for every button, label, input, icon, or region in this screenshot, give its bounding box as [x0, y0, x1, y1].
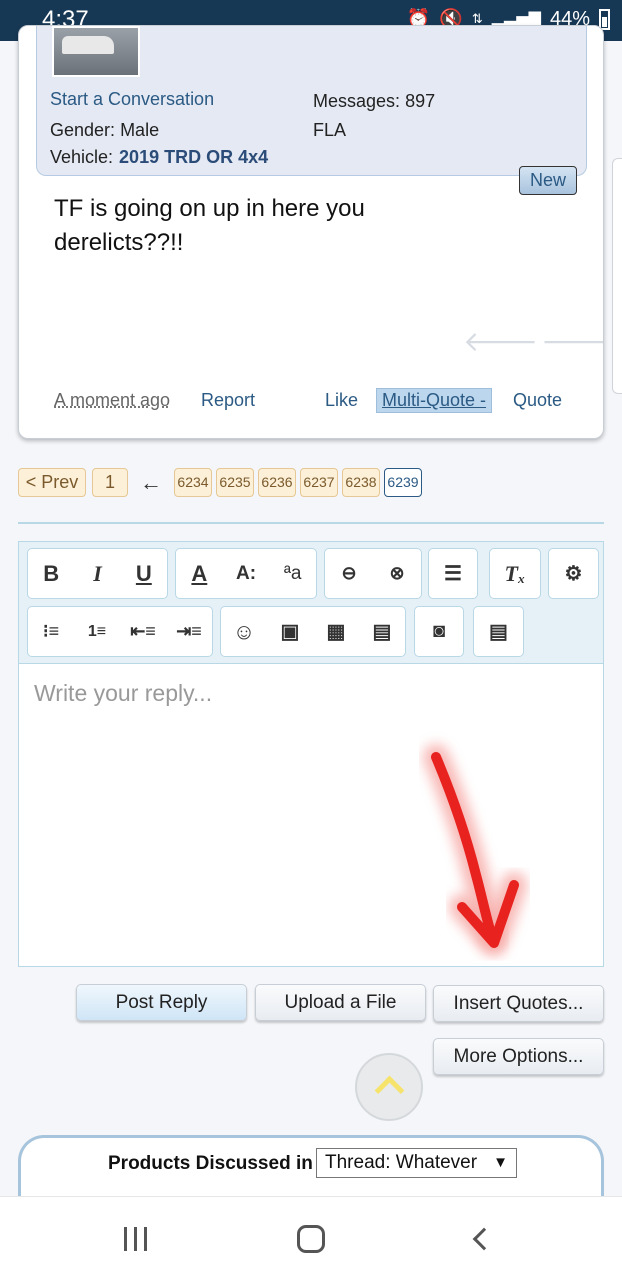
page-button[interactable]: 6236 — [258, 468, 296, 497]
upload-file-button[interactable]: Upload a File — [255, 984, 426, 1021]
bold-icon[interactable]: B — [28, 549, 74, 598]
link-icon[interactable]: ⊖ — [325, 549, 373, 598]
camera-icon[interactable]: ◙ — [415, 607, 463, 656]
toolbar-group-font: A A: ªa — [175, 548, 317, 599]
numbered-list-icon[interactable]: 1≡ — [74, 607, 120, 656]
products-thread-select[interactable]: Thread: Whatever ▼ — [316, 1148, 517, 1178]
divider — [18, 522, 604, 524]
products-label: Products Discussed in — [108, 1153, 313, 1174]
font-family-icon[interactable]: ªa — [269, 549, 316, 598]
media-icon[interactable]: ▦ — [313, 607, 359, 656]
underline-icon[interactable]: U — [121, 549, 167, 598]
toolbar-group-align: ☰ — [428, 548, 478, 599]
recent-apps-icon[interactable] — [124, 1227, 147, 1251]
home-icon[interactable] — [297, 1225, 325, 1253]
page-skip-arrow-icon[interactable]: ← — [128, 470, 174, 496]
toolbar-group-insert: ☺ ▣ ▦ ▤ — [220, 606, 406, 657]
bulleted-list-icon[interactable]: ⁝≡ — [28, 607, 74, 656]
toolbar-group-link: ⊖ ⊗ — [324, 548, 422, 599]
back-icon[interactable] — [472, 1227, 496, 1251]
prev-page-button[interactable]: < Prev — [18, 468, 86, 497]
toolbar-group-camera: ◙ — [414, 606, 464, 657]
avatar[interactable] — [52, 26, 140, 77]
remove-format-icon[interactable]: Tₓ — [490, 549, 540, 598]
messages-label: Messages: — [313, 91, 401, 111]
arrow-left-icon[interactable]: 🡐 — [463, 324, 538, 358]
reply-placeholder: Write your reply... — [34, 680, 213, 706]
battery-icon — [599, 8, 610, 30]
font-size-icon[interactable]: A: — [223, 549, 270, 598]
post-time[interactable]: A moment ago — [54, 390, 170, 411]
dropdown-caret-icon: ▼ — [493, 1154, 508, 1171]
outdent-icon[interactable]: ⇤≡ — [120, 607, 166, 656]
user-info-panel: Start a Conversation Gender: Male Vehicl… — [36, 26, 587, 176]
android-nav-bar — [0, 1196, 622, 1279]
post-reply-button[interactable]: Post Reply — [76, 984, 247, 1021]
toolbar-group-plugin: ⚙ — [548, 548, 599, 599]
report-link[interactable]: Report — [201, 390, 255, 411]
toolbar-group-format: Tₓ — [489, 548, 541, 599]
messages-value: 897 — [405, 91, 436, 111]
toolbar-group-text-style: B I U — [27, 548, 168, 599]
smiley-icon[interactable]: ☺ — [221, 607, 267, 656]
messages-row: Messages: 897 — [313, 91, 435, 112]
page-1-button[interactable]: 1 — [92, 468, 128, 497]
gender-row: Gender: Male — [50, 120, 159, 141]
post-card: Start a Conversation Gender: Male Vehicl… — [18, 25, 604, 439]
save-icon[interactable]: ▤ — [474, 607, 523, 656]
vehicle-label: Vehicle: — [50, 147, 114, 167]
unlink-icon[interactable]: ⊗ — [373, 549, 421, 598]
new-badge: New — [519, 166, 577, 195]
toolbar-group-list: ⁝≡ 1≡ ⇤≡ ⇥≡ — [27, 606, 213, 657]
vehicle-value: 2019 TRD OR 4x4 — [119, 147, 269, 167]
page-button[interactable]: 6235 — [216, 468, 254, 497]
page-button[interactable]: 6234 — [174, 468, 212, 497]
start-conversation-link[interactable]: Start a Conversation — [50, 89, 214, 110]
products-select-value: Thread: Whatever — [325, 1152, 478, 1173]
side-scroll-handle[interactable] — [612, 158, 622, 394]
align-icon[interactable]: ☰ — [429, 549, 477, 598]
pagination: < Prev 1 ← 6234 6235 6236 6237 6238 6239 — [18, 468, 426, 497]
editor-toolbar: B I U A A: ªa ⊖ ⊗ ☰ Tₓ ⚙ ⁝≡ 1≡ ⇤≡ ⇥≡ ☺ ▣… — [18, 541, 604, 664]
more-options-button[interactable]: More Options... — [433, 1038, 604, 1075]
multi-quote-button[interactable]: Multi-Quote - — [376, 388, 493, 413]
vehicle-row: Vehicle: 2019 TRD OR 4x4 — [50, 147, 268, 168]
page-button[interactable]: 6238 — [342, 468, 380, 497]
like-link[interactable]: Like — [325, 390, 358, 411]
red-arrow-annotation — [423, 744, 527, 956]
scroll-to-top-button[interactable] — [355, 1053, 423, 1121]
location: FLA — [313, 120, 347, 140]
quote-link[interactable]: Quote — [513, 390, 562, 411]
template-icon[interactable]: ▤ — [359, 607, 405, 656]
toolbar-group-save: ▤ — [473, 606, 524, 657]
current-page[interactable]: 6239 — [384, 468, 422, 497]
plugin-icon[interactable]: ⚙ — [549, 549, 598, 598]
page-button[interactable]: 6237 — [300, 468, 338, 497]
image-icon[interactable]: ▣ — [267, 607, 313, 656]
italic-icon[interactable]: I — [74, 549, 120, 598]
gender-value: Male — [120, 120, 160, 140]
font-color-icon[interactable]: A — [176, 549, 223, 598]
gender-label: Gender: — [50, 120, 116, 140]
post-text: TF is going on up in here you derelicts?… — [54, 195, 365, 256]
insert-quotes-button[interactable]: Insert Quotes... — [433, 985, 604, 1022]
arrow-right-icon[interactable]: 🡒 — [541, 324, 603, 358]
indent-icon[interactable]: ⇥≡ — [166, 607, 212, 656]
